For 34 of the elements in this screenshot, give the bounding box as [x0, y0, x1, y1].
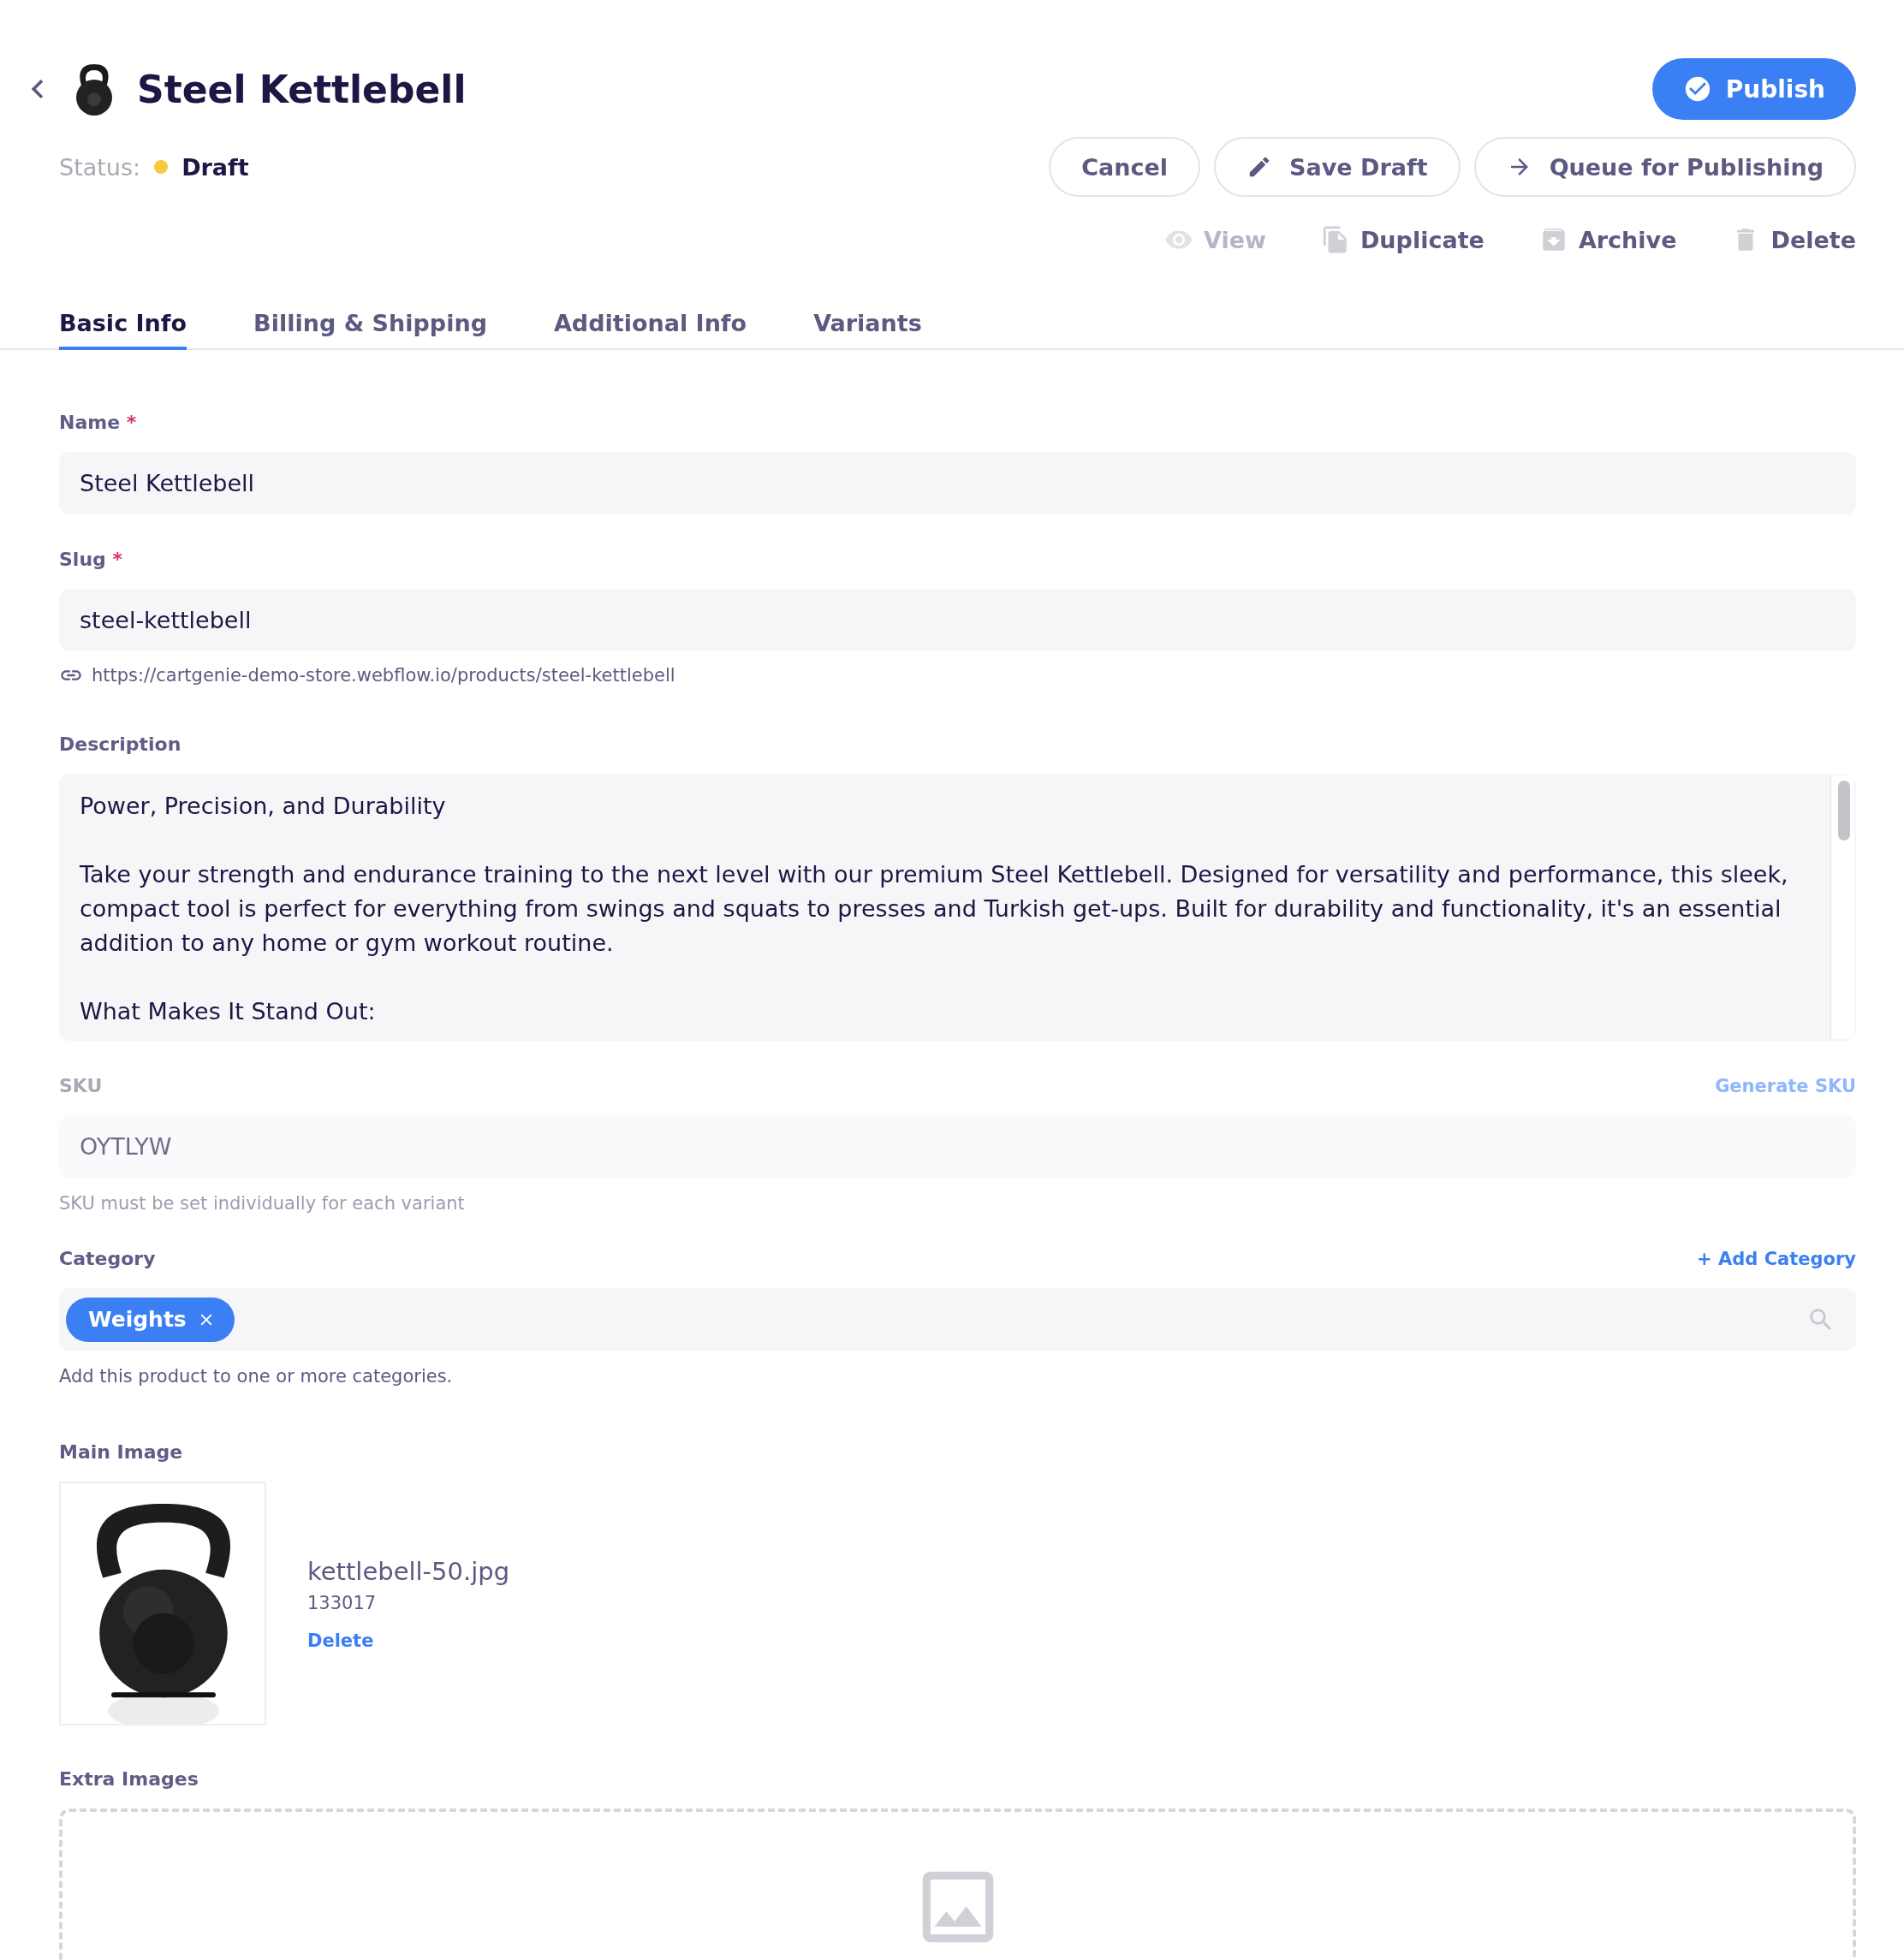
status-label: Status: — [59, 153, 141, 181]
field-label: Extra Images — [59, 1768, 199, 1790]
slug-field[interactable]: steel-kettlebell — [59, 589, 1856, 651]
add-category-link[interactable]: + Add Category — [1697, 1248, 1856, 1269]
field-label: Description — [59, 734, 181, 755]
category-tag: Weights — [66, 1297, 235, 1342]
publish-button[interactable]: Publish — [1651, 58, 1856, 120]
name-field[interactable]: Steel Kettlebell — [59, 452, 1856, 514]
field-hint: Add this product to one or more categories. — [59, 1366, 454, 1387]
toolbar-button[interactable]: Queue for Publishing — [1473, 137, 1856, 197]
toolbar-button[interactable]: Cancel — [1049, 137, 1201, 197]
tab[interactable]: Additional Info — [553, 310, 747, 350]
field-label: Main Image — [59, 1441, 183, 1463]
field-hint: SKU must be set individually for each variant — [59, 1193, 466, 1214]
delete-image-link[interactable]: Delete — [307, 1630, 510, 1651]
status-text: Draft — [181, 153, 249, 181]
scrollbar[interactable] — [1830, 775, 1854, 1039]
toolbar-button[interactable]: Save Draft — [1214, 137, 1461, 197]
field-label: SKU — [59, 1075, 103, 1096]
field-label: Name * — [59, 412, 137, 433]
action-link[interactable]: Duplicate — [1320, 225, 1485, 254]
action-link[interactable]: Archive — [1538, 225, 1677, 254]
file-size: 133017 — [307, 1592, 378, 1613]
tab[interactable]: Basic Info — [59, 310, 187, 350]
tab[interactable]: Variants — [813, 310, 922, 350]
tab[interactable]: Billing & Shipping — [253, 310, 487, 350]
field-label: Category — [59, 1248, 156, 1269]
description-field[interactable]: Power, Precision, and Durability Take your strength and endurance training to the next level with our premium Steel Kettlebell. Designed for versatility and performance, this sleek, compact tool is perfect for everything from swings and squats to presses and Turkish get-ups. Built for durability and functionality, it's an essential addition to any home or gym workout routine. What Makes It Stand Out: — [59, 774, 1856, 1041]
page-title: Steel Kettlebell — [137, 67, 467, 111]
product-url: https://cartgenie-demo-store.webflow.io/products/steel-kettlebell — [92, 665, 675, 686]
category-field[interactable]: Weights — [59, 1288, 1856, 1351]
file-name: kettlebell-50.jpg — [307, 1556, 510, 1586]
action-link[interactable]: Delete — [1731, 225, 1856, 254]
field-label: Slug * — [59, 549, 122, 570]
